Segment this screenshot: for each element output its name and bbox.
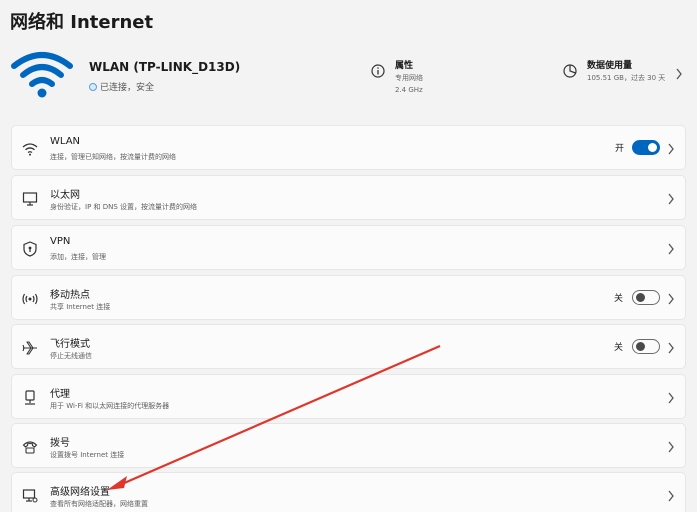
wlan-toggle[interactable]: [632, 140, 660, 155]
toggle-state-label: 开: [615, 144, 625, 154]
chevron-right-icon: [668, 293, 674, 305]
mobile-hotspot-toggle[interactable]: [632, 290, 660, 305]
item-subtitle: 设置拨号 Internet 连接: [50, 451, 125, 459]
wifi-icon: [22, 143, 38, 156]
toggle-state-label: 关: [614, 294, 624, 304]
data-usage-icon: [563, 64, 577, 78]
wifi-large-icon: [11, 52, 73, 98]
info-icon: [371, 64, 385, 78]
item-title: 代理: [50, 389, 70, 400]
properties-link[interactable]: 属性 专用网络 2.4 GHz: [371, 58, 511, 98]
item-title: 高级网络设置: [50, 487, 110, 498]
airplane-icon: [22, 341, 37, 355]
page-title: 网络和 Internet: [10, 12, 154, 33]
properties-title: 属性: [395, 61, 414, 71]
connection-header: WLAN (TP-LINK_D13D) 已连接，安全 属性 专用网络 2.4 G…: [0, 40, 697, 112]
chevron-right-icon: [668, 392, 674, 404]
shield-icon: [23, 241, 37, 257]
proxy-icon: [25, 390, 35, 405]
data-usage-title: 数据使用量: [587, 61, 633, 71]
item-subtitle: 添加，连接，管理: [50, 253, 106, 261]
network-status-text: 已连接，安全: [100, 83, 155, 93]
item-subtitle: 共享 Internet 连接: [50, 303, 111, 311]
data-usage-link[interactable]: 数据使用量 105.51 GB，过去 30 天: [563, 58, 697, 98]
settings-item-vpn[interactable]: VPN 添加，连接，管理: [11, 225, 686, 270]
network-status: 已连接，安全: [89, 80, 154, 93]
item-subtitle: 身份验证，IP 和 DNS 设置，按流量计费的网络: [50, 203, 198, 211]
item-title: VPN: [50, 236, 71, 247]
item-title: 以太网: [50, 190, 80, 201]
properties-network-type: 专用网络: [395, 74, 423, 82]
hotspot-icon: [22, 293, 38, 305]
properties-band: 2.4 GHz: [395, 86, 423, 94]
dialup-icon: [22, 441, 38, 454]
settings-item-advanced-network[interactable]: 高级网络设置 查看所有网络适配器，网络重置: [11, 472, 686, 512]
chevron-right-icon: [668, 490, 674, 502]
globe-icon: [89, 82, 97, 91]
settings-item-dial-up[interactable]: 拨号 设置拨号 Internet 连接: [11, 423, 686, 468]
ethernet-icon: [22, 192, 38, 206]
settings-item-airplane-mode[interactable]: 飞行模式 停止无线通信 关: [11, 324, 686, 369]
item-title: WLAN: [50, 136, 81, 147]
settings-item-ethernet[interactable]: 以太网 身份验证，IP 和 DNS 设置，按流量计费的网络: [11, 175, 686, 220]
item-subtitle: 连接，管理已知网络，按流量计费的网络: [50, 153, 176, 161]
item-subtitle: 用于 Wi-Fi 和以太网连接的代理服务器: [50, 402, 170, 410]
advanced-network-icon: [22, 489, 38, 503]
chevron-right-icon: [676, 68, 682, 80]
item-title: 移动热点: [50, 290, 90, 301]
chevron-right-icon: [668, 342, 674, 354]
settings-item-mobile-hotspot[interactable]: 移动热点 共享 Internet 连接 关: [11, 275, 686, 320]
item-title: 拨号: [50, 438, 70, 449]
chevron-right-icon: [668, 441, 674, 453]
chevron-right-icon: [668, 243, 674, 255]
properties-detail: 专用网络 2.4 GHz: [395, 72, 423, 96]
toggle-state-label: 关: [614, 343, 624, 353]
airplane-mode-toggle[interactable]: [632, 339, 660, 354]
chevron-right-icon: [668, 193, 674, 205]
settings-item-wlan[interactable]: WLAN 连接，管理已知网络，按流量计费的网络 开: [11, 125, 686, 170]
chevron-right-icon: [668, 143, 674, 155]
data-usage-detail: 105.51 GB，过去 30 天: [587, 74, 666, 82]
network-name: WLAN (TP-LINK_D13D): [89, 60, 241, 74]
item-subtitle: 查看所有网络适配器，网络重置: [50, 500, 148, 508]
item-title: 飞行模式: [50, 339, 90, 350]
settings-item-proxy[interactable]: 代理 用于 Wi-Fi 和以太网连接的代理服务器: [11, 374, 686, 419]
item-subtitle: 停止无线通信: [50, 352, 92, 360]
